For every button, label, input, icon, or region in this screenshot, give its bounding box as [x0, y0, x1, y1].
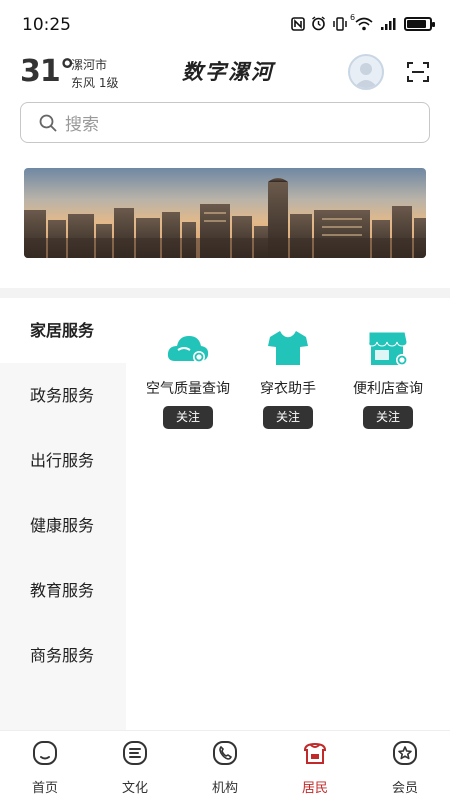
- battery-icon: [404, 16, 435, 31]
- wifi-tag: 6: [350, 12, 356, 22]
- home-icon: [33, 741, 57, 765]
- temperature: 31°: [20, 54, 75, 89]
- app-title: 数字漯河: [182, 59, 274, 84]
- sidebar-item[interactable]: 商务服务: [0, 623, 126, 688]
- battery-fill: [407, 19, 426, 28]
- nfc-icon: [291, 16, 305, 31]
- member-icon: [393, 741, 417, 765]
- service-label: 空气质量查询: [146, 381, 230, 397]
- resident-icon: [303, 742, 327, 764]
- service-convenience-store[interactable]: 便利店查询 关注: [338, 328, 438, 429]
- store-icon: [368, 331, 408, 366]
- scan-icon[interactable]: [407, 62, 429, 82]
- tab-member[interactable]: 会员: [360, 731, 450, 800]
- user-avatar-icon: [354, 63, 378, 88]
- follow-button[interactable]: 关注: [263, 406, 313, 429]
- service-label: 穿衣助手: [260, 381, 316, 397]
- sidebar-item[interactable]: 家居服务: [0, 298, 126, 363]
- search-placeholder: 搜索: [65, 115, 99, 135]
- tab-label: 居民: [301, 781, 328, 796]
- culture-icon: [123, 741, 147, 765]
- status-bar: 10:25 6: [0, 0, 450, 50]
- wifi-icon: 6: [350, 13, 374, 31]
- search-input[interactable]: 搜索: [20, 102, 430, 143]
- sidebar-item[interactable]: 政务服务: [0, 363, 126, 428]
- tab-label: 首页: [31, 781, 58, 796]
- avatar[interactable]: [348, 54, 384, 90]
- category-sidebar: 家居服务 政务服务 出行服务 健康服务 教育服务 商务服务: [0, 298, 126, 730]
- tab-label: 文化: [121, 781, 148, 796]
- tab-label: 机构: [211, 781, 238, 796]
- follow-button[interactable]: 关注: [163, 406, 213, 429]
- services-panel: 空气质量查询 关注 穿衣助手 关注 便利店查询 关注: [126, 298, 450, 730]
- banner-image[interactable]: [24, 168, 426, 258]
- vibrate-icon: [333, 16, 347, 31]
- wind-info: 东风 1级: [71, 76, 119, 90]
- signal-icon: [381, 17, 396, 30]
- service-clothing-assistant[interactable]: 穿衣助手 关注: [238, 328, 338, 429]
- bottom-tab-bar: 首页 文化 机构 居民 会员: [0, 730, 450, 800]
- phone-icon: [213, 741, 237, 765]
- city-name: 漯河市: [71, 58, 108, 72]
- tab-home[interactable]: 首页: [0, 731, 90, 800]
- follow-button[interactable]: 关注: [363, 406, 413, 429]
- tshirt-icon: [268, 331, 308, 365]
- tab-resident[interactable]: 居民: [270, 731, 360, 800]
- tab-label: 会员: [391, 781, 418, 796]
- search-icon: [39, 114, 57, 131]
- status-time: 10:25: [22, 15, 71, 35]
- section-divider: [0, 288, 450, 298]
- sidebar-item[interactable]: 教育服务: [0, 558, 126, 623]
- service-label: 便利店查询: [353, 381, 423, 397]
- alarm-icon: [312, 16, 325, 31]
- tab-culture[interactable]: 文化: [90, 731, 180, 800]
- service-air-quality[interactable]: 空气质量查询 关注: [138, 328, 238, 429]
- sidebar-item[interactable]: 健康服务: [0, 493, 126, 558]
- tab-institution[interactable]: 机构: [180, 731, 270, 800]
- header: 31° 漯河市 东风 1级 数字漯河: [0, 50, 450, 100]
- cloud-icon: [167, 336, 209, 363]
- status-icons: 6: [291, 13, 435, 31]
- sidebar-item[interactable]: 出行服务: [0, 428, 126, 493]
